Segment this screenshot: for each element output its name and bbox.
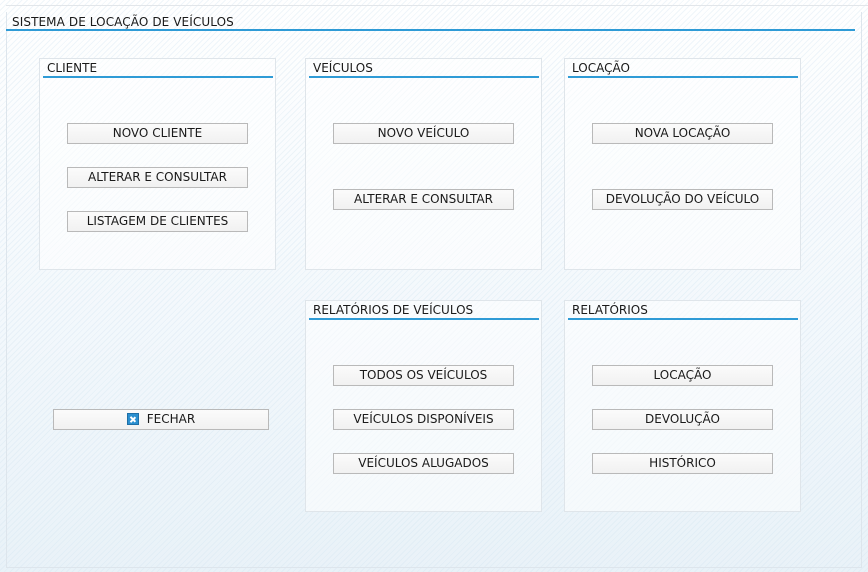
fechar-button[interactable]: FECHAR (53, 409, 269, 430)
window-title: SISTEMA DE LOCAÇÃO DE VEÍCULOS (12, 15, 234, 29)
alterar-consultar-cliente-button[interactable]: ALTERAR E CONSULTAR (67, 167, 248, 188)
panel-relatorios: RELATÓRIOS (564, 300, 801, 512)
veiculos-disponiveis-button[interactable]: VEÍCULOS DISPONÍVEIS (333, 409, 514, 430)
panel-locacao-title-bar: LOCAÇÃO (568, 61, 798, 78)
panel-veiculos-title-bar: VEÍCULOS (309, 61, 539, 78)
panel-relatorios-title-bar: RELATÓRIOS (568, 303, 798, 320)
close-icon (126, 413, 139, 425)
relatorio-historico-button[interactable]: HISTÓRICO (592, 453, 773, 474)
panel-cliente: CLIENTE (39, 58, 276, 270)
relatorio-devolucao-button[interactable]: DEVOLUÇÃO (592, 409, 773, 430)
panel-cliente-title-bar: CLIENTE (43, 61, 273, 78)
main-window: SISTEMA DE LOCAÇÃO DE VEÍCULOS CLIENTE N… (0, 0, 868, 572)
todos-veiculos-button[interactable]: TODOS OS VEÍCULOS (333, 365, 514, 386)
panel-veiculos: VEÍCULOS (305, 58, 542, 270)
top-divider (6, 5, 868, 6)
panel-relatorios-title: RELATÓRIOS (572, 303, 648, 317)
panel-locacao: LOCAÇÃO (564, 58, 801, 270)
novo-veiculo-button[interactable]: NOVO VEÍCULO (333, 123, 514, 144)
fechar-label: FECHAR (146, 412, 196, 426)
relatorio-locacao-button[interactable]: LOCAÇÃO (592, 365, 773, 386)
panel-relatorios-veiculos-title-bar: RELATÓRIOS DE VEÍCULOS (309, 303, 539, 320)
panel-relatorios-veiculos: RELATÓRIOS DE VEÍCULOS (305, 300, 542, 512)
panel-relatorios-veiculos-title: RELATÓRIOS DE VEÍCULOS (313, 303, 474, 317)
panel-veiculos-title: VEÍCULOS (313, 61, 373, 75)
devolucao-veiculo-button[interactable]: DEVOLUÇÃO DO VEÍCULO (592, 189, 773, 210)
novo-cliente-button[interactable]: NOVO CLIENTE (67, 123, 248, 144)
alterar-consultar-veiculo-button[interactable]: ALTERAR E CONSULTAR (333, 189, 514, 210)
listagem-clientes-button[interactable]: LISTAGEM DE CLIENTES (67, 211, 248, 232)
panel-locacao-title: LOCAÇÃO (572, 61, 630, 75)
veiculos-alugados-button[interactable]: VEÍCULOS ALUGADOS (333, 453, 514, 474)
panel-cliente-title: CLIENTE (47, 61, 98, 75)
nova-locacao-button[interactable]: NOVA LOCAÇÃO (592, 123, 773, 144)
window-title-bar: SISTEMA DE LOCAÇÃO DE VEÍCULOS (6, 12, 855, 31)
